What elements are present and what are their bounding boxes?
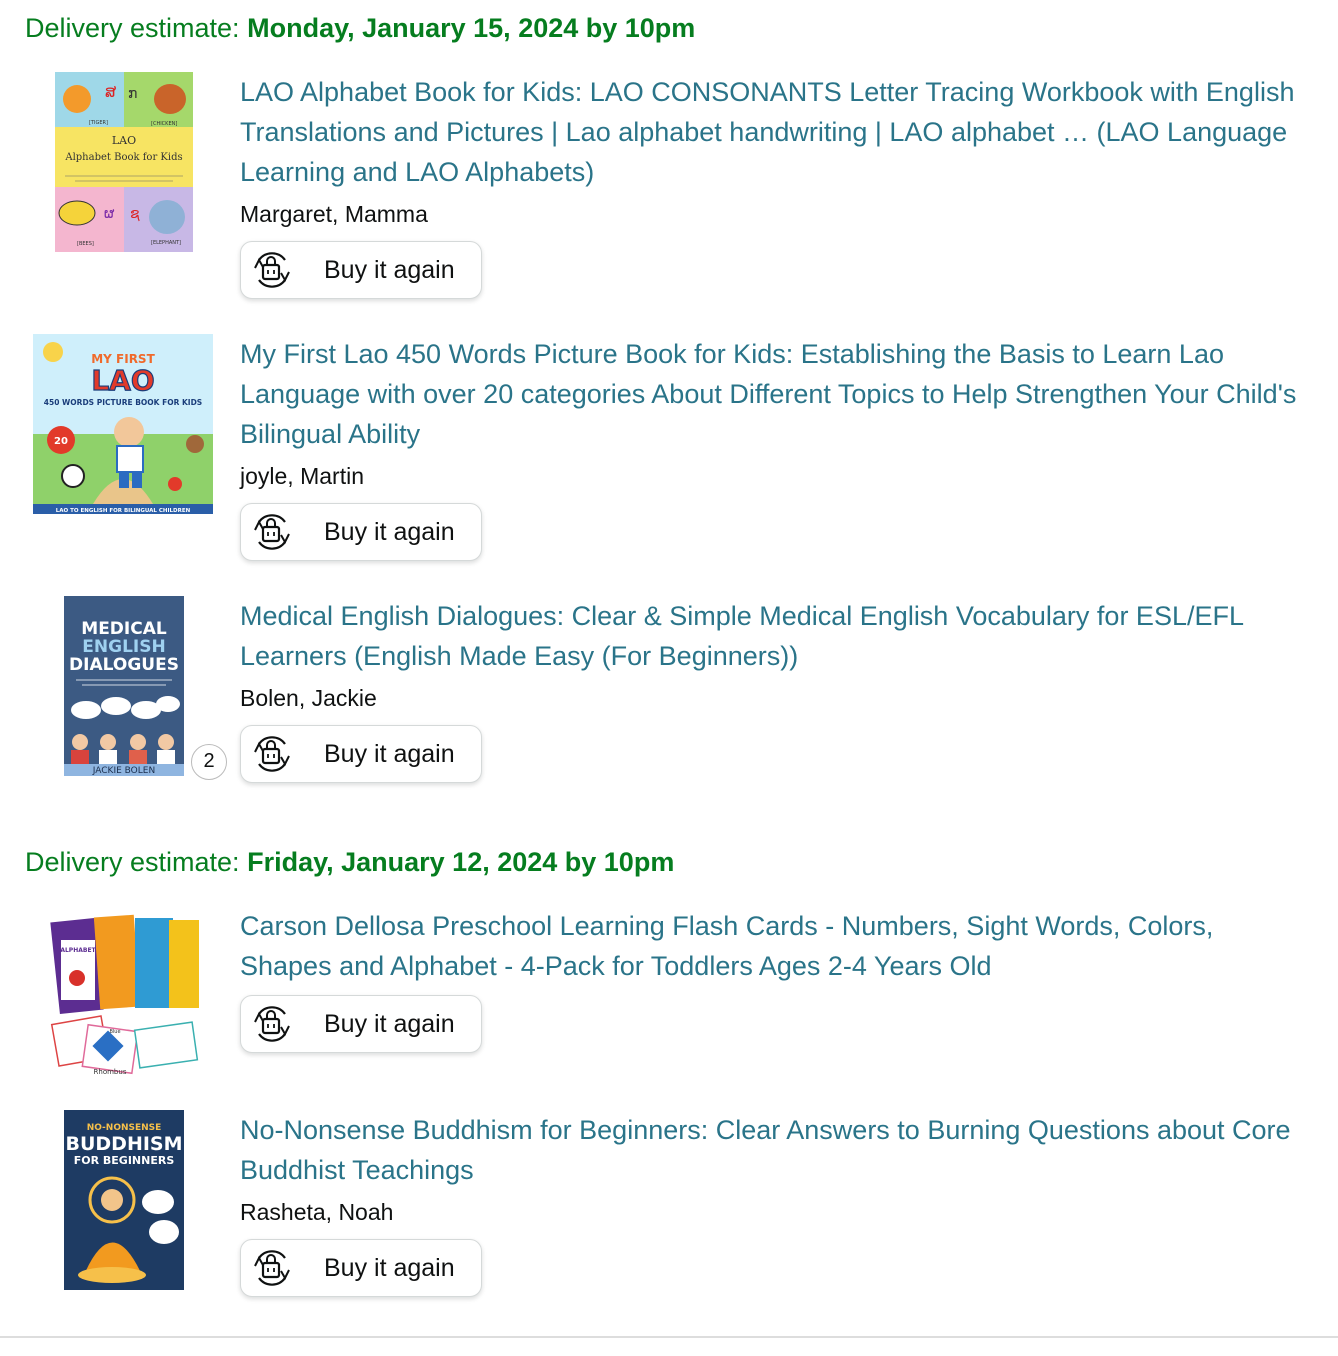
svg-text:[CHICKEN]: [CHICKEN] <box>151 121 177 127</box>
svg-text:ENGLISH: ENGLISH <box>82 637 165 657</box>
buy-again-icon <box>254 736 290 772</box>
delivery-label: Delivery estimate: <box>25 13 240 43</box>
svg-text:Rhombus: Rhombus <box>94 1068 127 1076</box>
svg-text:MEDICAL: MEDICAL <box>81 619 167 639</box>
svg-text:LAO TO ENGLISH FOR BILINGUAL C: LAO TO ENGLISH FOR BILINGUAL CHILDREN <box>56 508 191 514</box>
svg-text:ALPHABET: ALPHABET <box>60 947 96 954</box>
delivery-estimate-2: Delivery estimate: Friday, January 12, 2… <box>25 845 674 879</box>
svg-text:[ELEPHANT]: [ELEPHANT] <box>151 240 181 246</box>
product-title-link[interactable]: No-Nonsense Buddhism for Beginners: Clea… <box>240 1110 1300 1190</box>
svg-text:20: 20 <box>54 436 68 447</box>
product-title-link[interactable]: My First Lao 450 Words Picture Book for … <box>240 334 1300 454</box>
buy-it-again-label: Buy it again <box>324 1010 455 1038</box>
product-image[interactable]: ALPHABET Rhombus Blue <box>45 910 205 1082</box>
quantity-badge: 2 <box>191 744 227 780</box>
svg-text:ຜ: ຜ <box>104 206 115 222</box>
svg-text:[BEES]: [BEES] <box>77 241 94 247</box>
product-title-link[interactable]: Carson Dellosa Preschool Learning Flash … <box>240 906 1300 986</box>
buddhism-cover: NO-NONSENSE BUDDHISM FOR BEGINNERS <box>64 1110 184 1290</box>
product-image[interactable]: MEDICAL ENGLISH DIALOGUES JACKIE BOLEN <box>64 596 184 776</box>
svg-text:FOR BEGINNERS: FOR BEGINNERS <box>74 1154 175 1167</box>
product-image[interactable]: NO-NONSENSE BUDDHISM FOR BEGINNERS <box>64 1110 184 1290</box>
buy-again-icon <box>254 252 290 288</box>
my-first-lao-cover: MY FIRST LAO 450 WORDS PICTURE BOOK FOR … <box>33 334 213 514</box>
buy-it-again-label: Buy it again <box>324 1254 455 1282</box>
product-title-link[interactable]: Medical English Dialogues: Clear & Simpl… <box>240 596 1300 676</box>
svg-text:ຊ: ຊ <box>130 206 140 222</box>
svg-text:ກ: ກ <box>128 86 137 102</box>
svg-text:BUDDHISM: BUDDHISM <box>65 1133 182 1155</box>
svg-text:ສ: ສ <box>105 82 117 101</box>
svg-text:Blue: Blue <box>109 1029 120 1035</box>
product-image[interactable]: MY FIRST LAO 450 WORDS PICTURE BOOK FOR … <box>33 334 213 514</box>
svg-text:JACKIE BOLEN: JACKIE BOLEN <box>92 766 155 776</box>
svg-text:Alphabet Book for Kids: Alphabet Book for Kids <box>64 152 182 163</box>
svg-text:450 WORDS PICTURE BOOK FOR KID: 450 WORDS PICTURE BOOK FOR KIDS <box>44 398 202 407</box>
flash-cards-cover: ALPHABET Rhombus Blue <box>50 914 199 1076</box>
svg-text:[TIGER]: [TIGER] <box>89 120 108 126</box>
buy-again-icon <box>254 1250 290 1286</box>
product-author: Rasheta, Noah <box>240 1199 394 1225</box>
delivery-date: Friday, January 12, 2024 by 10pm <box>247 847 675 877</box>
product-author: Margaret, Mamma <box>240 201 428 227</box>
buy-it-again-button[interactable]: Buy it again <box>240 503 482 561</box>
svg-text:LAO: LAO <box>91 364 154 397</box>
buy-it-again-button[interactable]: Buy it again <box>240 725 482 783</box>
buy-it-again-label: Buy it again <box>324 256 455 284</box>
delivery-label: Delivery estimate: <box>25 847 240 877</box>
product-title-link[interactable]: LAO Alphabet Book for Kids: LAO CONSONAN… <box>240 72 1300 192</box>
svg-text:DIALOGUES: DIALOGUES <box>69 655 179 675</box>
buy-it-again-label: Buy it again <box>324 740 455 768</box>
buy-it-again-button[interactable]: Buy it again <box>240 241 482 299</box>
buy-again-icon <box>254 514 290 550</box>
buy-it-again-label: Buy it again <box>324 518 455 546</box>
buy-again-icon <box>254 1006 290 1042</box>
medical-english-cover: MEDICAL ENGLISH DIALOGUES JACKIE BOLEN <box>64 596 184 776</box>
svg-text:NO-NONSENSE: NO-NONSENSE <box>87 1123 162 1133</box>
svg-text:LAO: LAO <box>112 134 136 147</box>
product-author: Bolen, Jackie <box>240 685 377 711</box>
section-divider <box>0 1336 1338 1338</box>
product-author: joyle, Martin <box>240 463 364 489</box>
buy-it-again-button[interactable]: Buy it again <box>240 1239 482 1297</box>
product-image[interactable]: ສ ກ ຜ ຊ [TIGER] [CHICKEN] [BEES] [ELEPHA… <box>55 72 193 252</box>
buy-it-again-button[interactable]: Buy it again <box>240 995 482 1053</box>
lao-alphabet-cover: ສ ກ ຜ ຊ [TIGER] [CHICKEN] [BEES] [ELEPHA… <box>55 72 193 252</box>
delivery-estimate-1: Delivery estimate: Monday, January 15, 2… <box>25 11 695 45</box>
delivery-date: Monday, January 15, 2024 by 10pm <box>247 13 696 43</box>
